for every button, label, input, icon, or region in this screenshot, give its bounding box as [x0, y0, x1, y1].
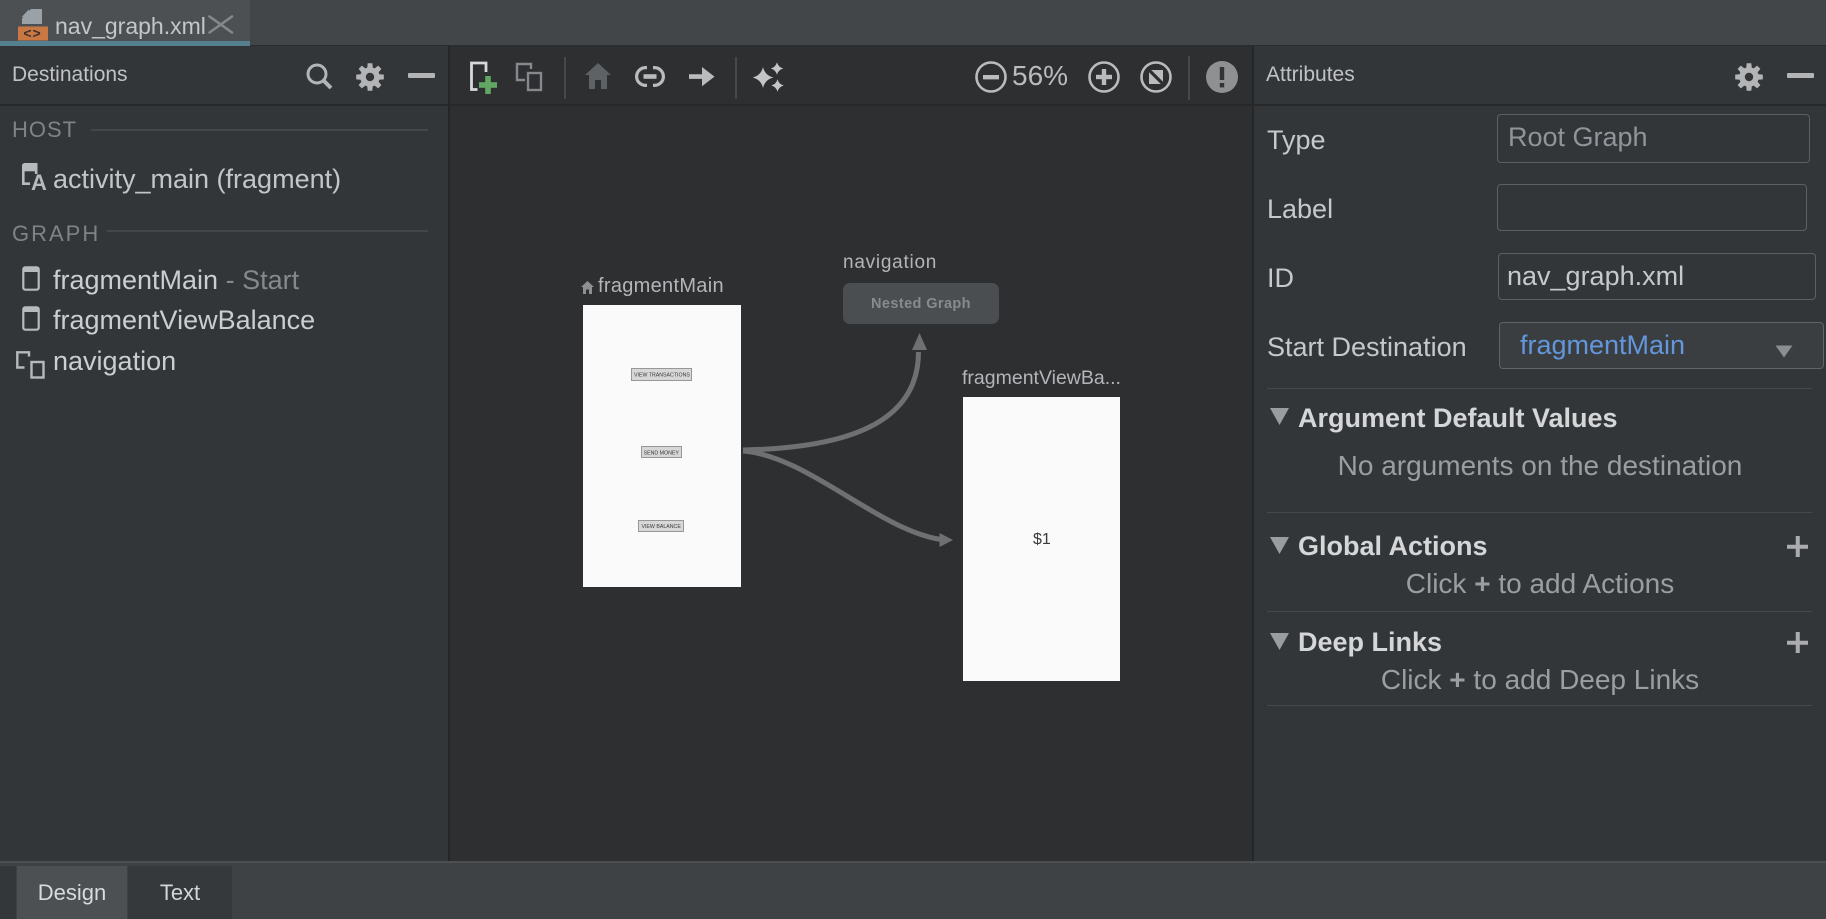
svg-text:<>: <> — [23, 25, 41, 41]
svg-text:A: A — [31, 170, 47, 192]
